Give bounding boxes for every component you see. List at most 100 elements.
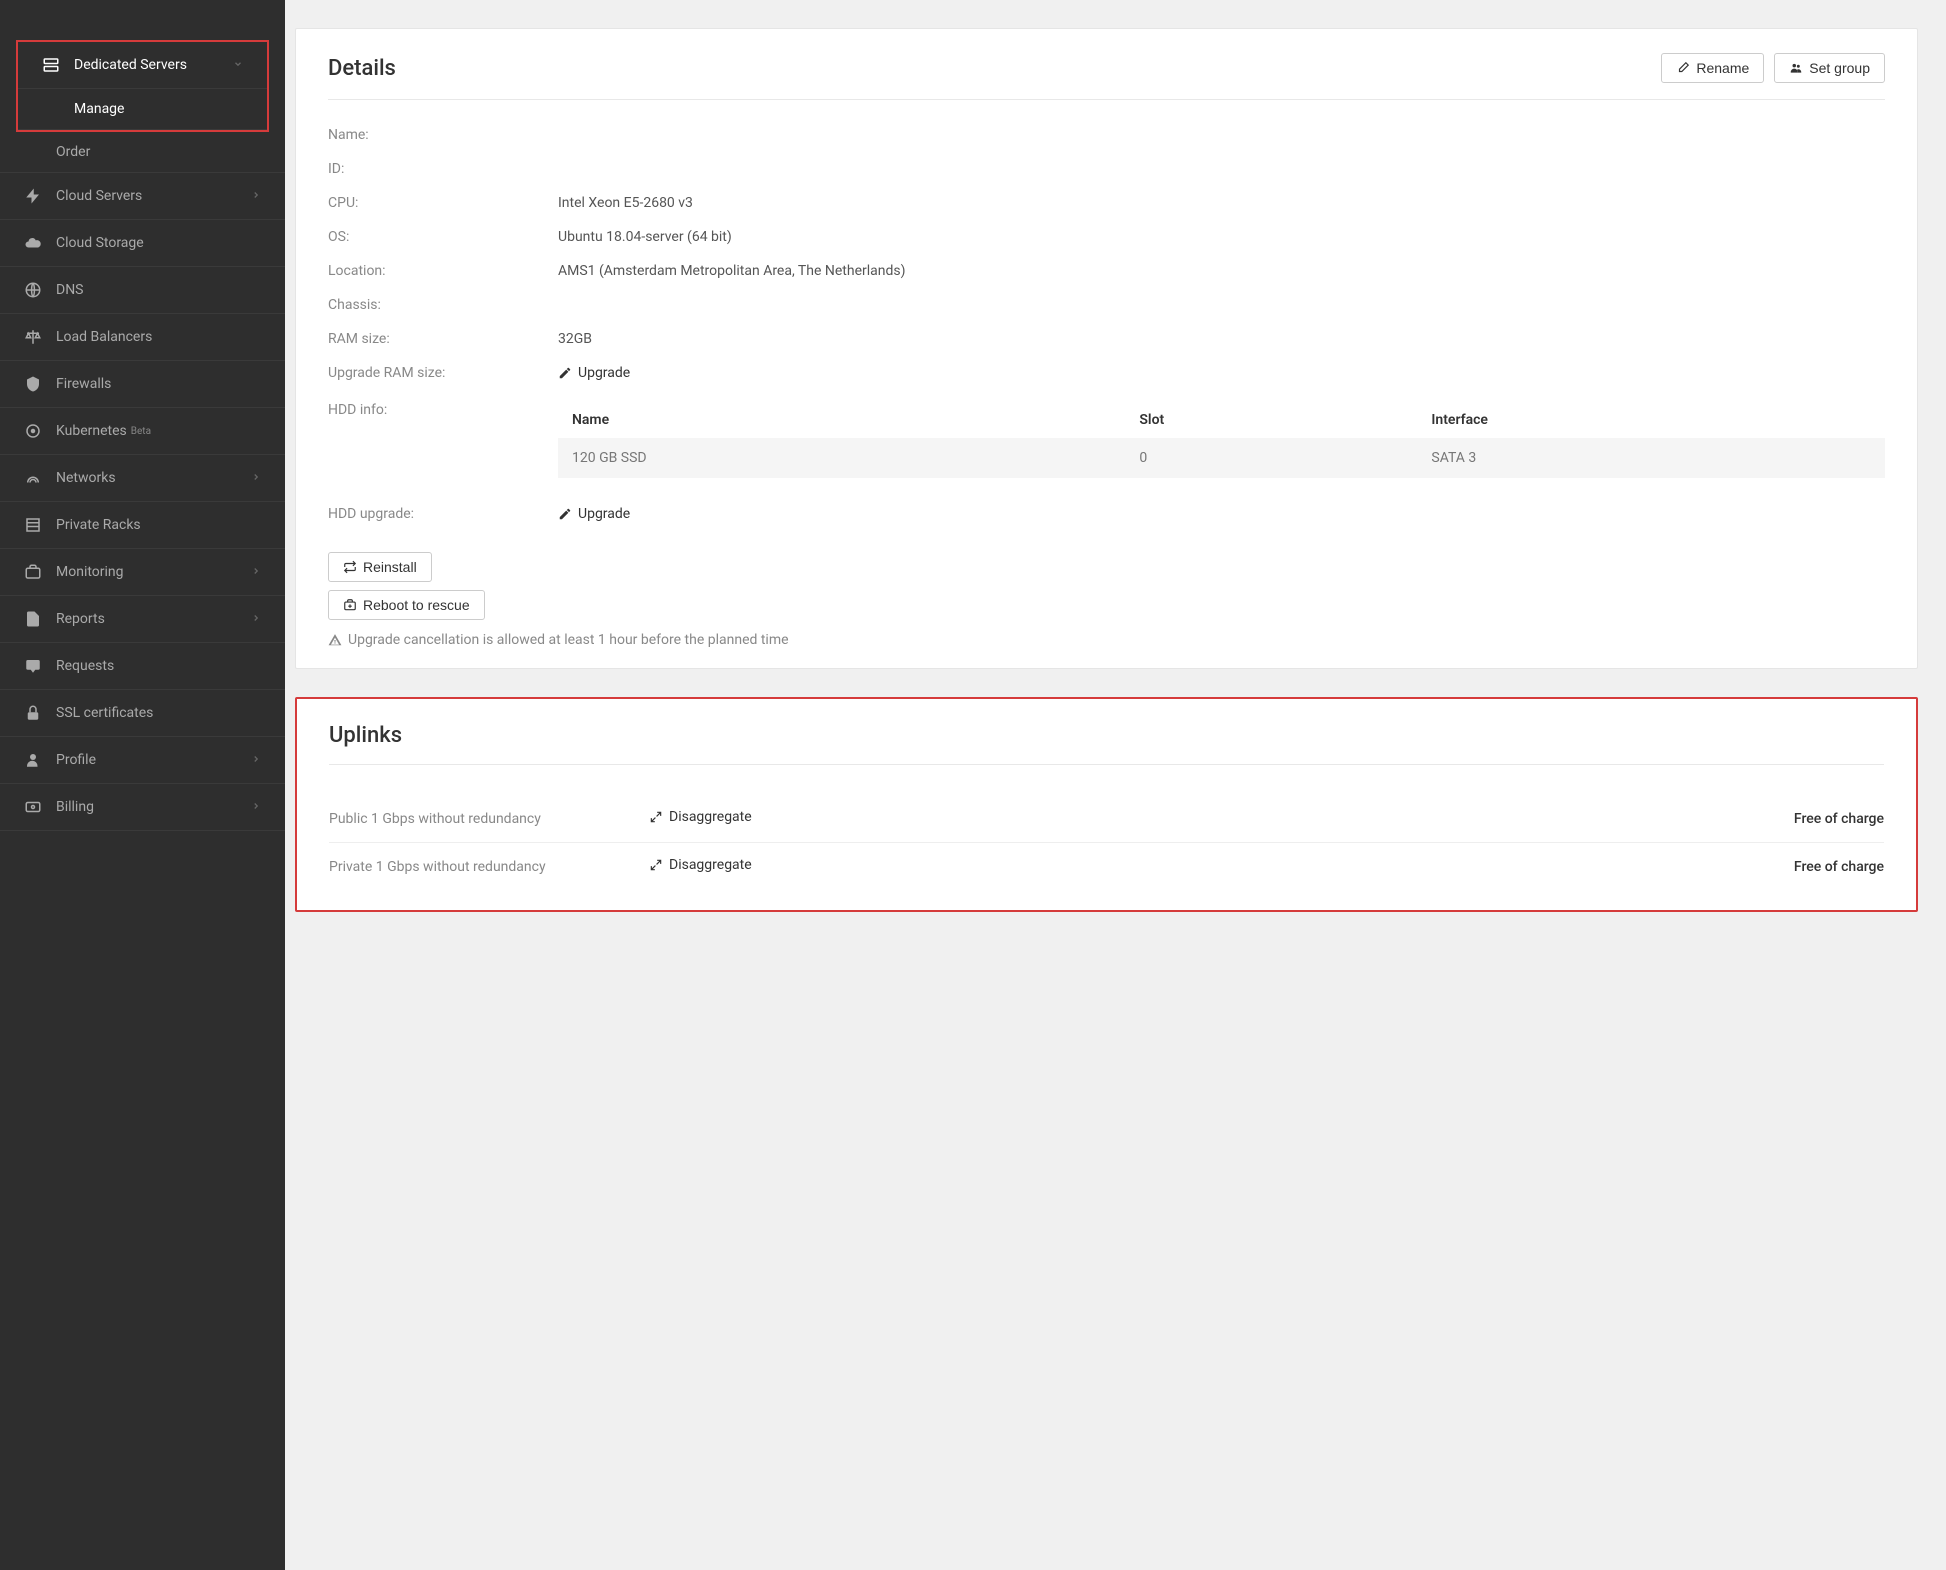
hdd-cell-interface: SATA 3 bbox=[1417, 438, 1885, 478]
detail-label: Location: bbox=[328, 263, 558, 279]
upgrade-hdd-link[interactable]: Upgrade bbox=[558, 506, 630, 522]
sidebar-item-requests[interactable]: Requests bbox=[0, 643, 285, 690]
uplink-name: Public 1 Gbps without redundancy bbox=[329, 811, 649, 827]
sidebar-item-billing[interactable]: Billing bbox=[0, 784, 285, 831]
lock-icon bbox=[24, 704, 42, 722]
sidebar-item-label: Dedicated Servers bbox=[74, 57, 187, 73]
detail-label: RAM size: bbox=[328, 331, 558, 347]
server-icon bbox=[42, 56, 60, 74]
footnote-text: Upgrade cancellation is allowed at least… bbox=[348, 632, 789, 648]
sidebar-item-firewalls[interactable]: Firewalls bbox=[0, 361, 285, 408]
detail-value bbox=[558, 297, 1885, 313]
signal-icon bbox=[24, 469, 42, 487]
set-group-button[interactable]: Set group bbox=[1774, 53, 1885, 83]
disaggregate-label: Disaggregate bbox=[669, 857, 752, 873]
detail-row-id: ID: bbox=[328, 152, 1885, 186]
hdd-col-interface: Interface bbox=[1417, 402, 1885, 438]
hdd-col-name: Name bbox=[558, 402, 1125, 438]
details-actions: Rename Set group bbox=[1661, 53, 1885, 83]
beta-badge: Beta bbox=[131, 426, 151, 437]
details-panel: Details Rename Set group Name: bbox=[295, 28, 1918, 669]
detail-row-hdd-upgrade: HDD upgrade: Upgrade bbox=[328, 497, 1885, 534]
sidebar-item-networks[interactable]: Networks bbox=[0, 455, 285, 502]
expand-icon bbox=[649, 858, 663, 872]
chevron-right-icon bbox=[251, 564, 261, 580]
server-actions: Reinstall Reboot to rescue bbox=[328, 552, 1885, 620]
set-group-label: Set group bbox=[1809, 60, 1870, 76]
sidebar-item-monitoring[interactable]: Monitoring bbox=[0, 549, 285, 596]
hdd-table: Name Slot Interface 120 GB SSD 0 SATA 3 bbox=[558, 402, 1885, 478]
detail-label: Upgrade RAM size: bbox=[328, 365, 558, 384]
disaggregate-link[interactable]: Disaggregate bbox=[649, 857, 752, 873]
kubernetes-icon bbox=[24, 422, 42, 440]
sidebar-subitem-label: Order bbox=[56, 144, 90, 160]
detail-value: 32GB bbox=[558, 331, 1885, 347]
sidebar-subitem-order[interactable]: Order bbox=[0, 132, 285, 173]
hdd-cell-slot: 0 bbox=[1125, 438, 1417, 478]
medkit-icon bbox=[343, 598, 357, 612]
expand-icon bbox=[649, 810, 663, 824]
hdd-col-slot: Slot bbox=[1125, 402, 1417, 438]
detail-label: Chassis: bbox=[328, 297, 558, 313]
reboot-rescue-button[interactable]: Reboot to rescue bbox=[328, 590, 485, 620]
sidebar-item-label: Cloud Servers bbox=[56, 188, 142, 204]
uplink-name: Private 1 Gbps without redundancy bbox=[329, 859, 649, 875]
details-title: Details bbox=[328, 56, 396, 81]
cloud-icon bbox=[24, 234, 42, 252]
hdd-cell-name: 120 GB SSD bbox=[558, 438, 1125, 478]
pencil-icon bbox=[558, 507, 572, 521]
sidebar-item-label: Reports bbox=[56, 611, 105, 627]
uplink-price: Free of charge bbox=[1794, 859, 1884, 875]
uplinks-panel: Uplinks Public 1 Gbps without redundancy… bbox=[295, 697, 1918, 912]
rename-label: Rename bbox=[1696, 60, 1749, 76]
bolt-icon bbox=[24, 187, 42, 205]
rename-button[interactable]: Rename bbox=[1661, 53, 1764, 83]
sidebar-item-label: Monitoring bbox=[56, 564, 124, 580]
upgrade-label: Upgrade bbox=[578, 506, 630, 522]
sidebar-item-label: Private Racks bbox=[56, 517, 141, 533]
detail-row-chassis: Chassis: bbox=[328, 288, 1885, 322]
chevron-right-icon bbox=[251, 188, 261, 204]
sidebar-item-cloud-servers[interactable]: Cloud Servers bbox=[0, 173, 285, 220]
detail-value bbox=[558, 127, 1885, 143]
sidebar-item-label: Networks bbox=[56, 470, 116, 486]
sidebar-item-label: Profile bbox=[56, 752, 96, 768]
detail-value: Intel Xeon E5-2680 v3 bbox=[558, 195, 1885, 211]
uplink-price: Free of charge bbox=[1794, 811, 1884, 827]
uplinks-list: Public 1 Gbps without redundancy Disaggr… bbox=[329, 795, 1884, 890]
sidebar-item-label: Kubernetes bbox=[56, 423, 127, 439]
sidebar-subitem-manage[interactable]: Manage bbox=[18, 89, 267, 130]
reinstall-label: Reinstall bbox=[363, 559, 417, 575]
reinstall-button[interactable]: Reinstall bbox=[328, 552, 432, 582]
sidebar-item-private-racks[interactable]: Private Racks bbox=[0, 502, 285, 549]
sidebar-item-profile[interactable]: Profile bbox=[0, 737, 285, 784]
sidebar-item-kubernetes[interactable]: Kubernetes Beta bbox=[0, 408, 285, 455]
sidebar-item-dedicated-servers[interactable]: Dedicated Servers bbox=[18, 42, 267, 89]
detail-row-location: Location: AMS1 (Amsterdam Metropolitan A… bbox=[328, 254, 1885, 288]
sidebar-subitem-label: Manage bbox=[74, 101, 124, 117]
sidebar-item-label: Firewalls bbox=[56, 376, 111, 392]
sidebar-item-reports[interactable]: Reports bbox=[0, 596, 285, 643]
detail-row-upgrade-ram: Upgrade RAM size: Upgrade bbox=[328, 356, 1885, 393]
upgrade-ram-link[interactable]: Upgrade bbox=[558, 365, 630, 381]
sidebar-item-load-balancers[interactable]: Load Balancers bbox=[0, 314, 285, 361]
sidebar-item-dns[interactable]: DNS bbox=[0, 267, 285, 314]
reboot-label: Reboot to rescue bbox=[363, 597, 470, 613]
detail-row-ram: RAM size: 32GB bbox=[328, 322, 1885, 356]
disaggregate-link[interactable]: Disaggregate bbox=[649, 809, 752, 825]
uplinks-title: Uplinks bbox=[329, 723, 402, 748]
sidebar-item-cloud-storage[interactable]: Cloud Storage bbox=[0, 220, 285, 267]
sidebar-item-label: Cloud Storage bbox=[56, 235, 144, 251]
hdd-row: 120 GB SSD 0 SATA 3 bbox=[558, 438, 1885, 478]
detail-row-name: Name: bbox=[328, 118, 1885, 152]
detail-label: CPU: bbox=[328, 195, 558, 211]
detail-label: Name: bbox=[328, 127, 558, 143]
sidebar-item-ssl-certificates[interactable]: SSL certificates bbox=[0, 690, 285, 737]
file-icon bbox=[24, 610, 42, 628]
balance-icon bbox=[24, 328, 42, 346]
briefcase-icon bbox=[24, 563, 42, 581]
chevron-right-icon bbox=[251, 611, 261, 627]
chevron-right-icon bbox=[251, 799, 261, 815]
detail-row-os: OS: Ubuntu 18.04-server (64 bit) bbox=[328, 220, 1885, 254]
detail-label: HDD info: bbox=[328, 402, 558, 418]
